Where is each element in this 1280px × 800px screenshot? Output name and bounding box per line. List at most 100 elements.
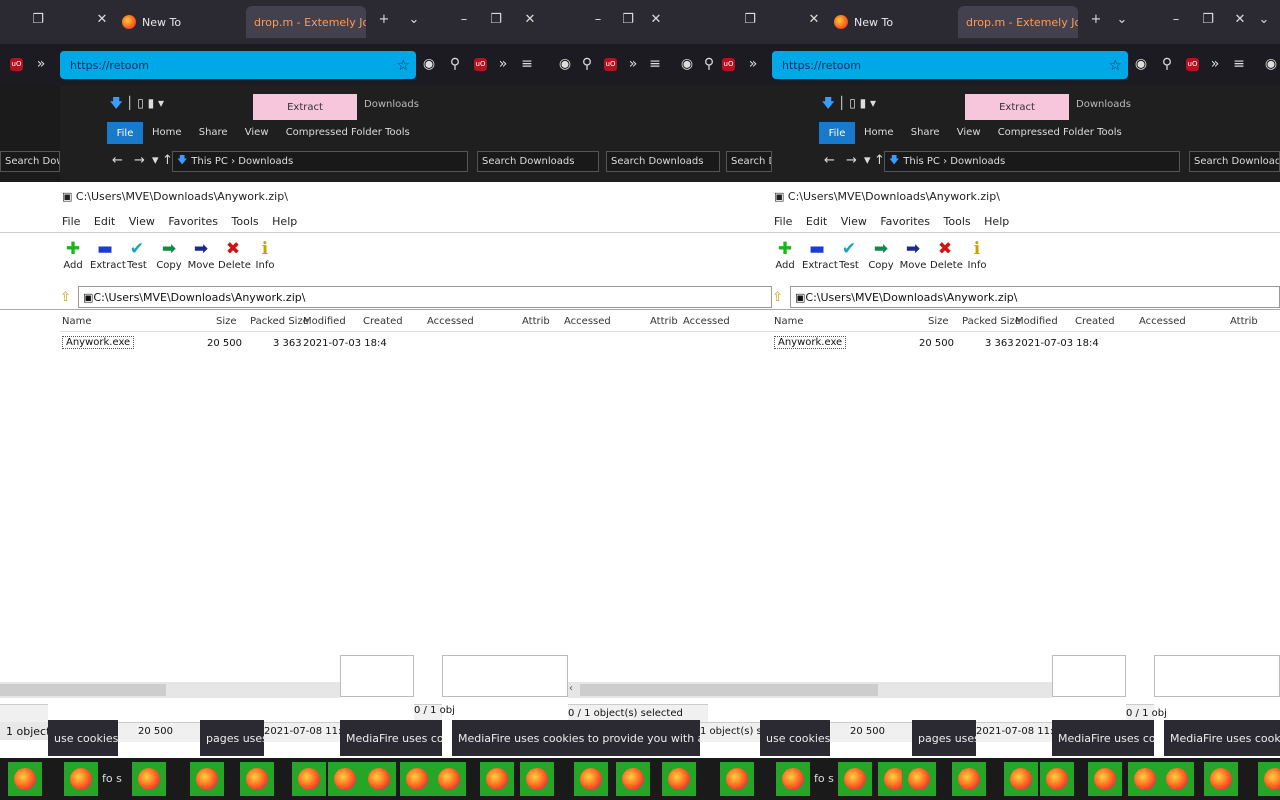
menu-share[interactable]: Share [911,127,940,138]
col-modified[interactable]: Modified [1015,316,1058,327]
tab-new-tab[interactable]: New To [114,6,242,38]
close-icon[interactable]: ✕ [1228,12,1252,27]
taskbar-firefox-button[interactable] [616,762,650,796]
list-tabs-icon[interactable]: ⌄ [1110,12,1134,27]
menu-file[interactable]: File [107,122,143,144]
taskbar-firefox-button[interactable] [720,762,754,796]
ublock-icon[interactable]: uO [1186,58,1199,71]
menu-view[interactable]: View [841,215,867,228]
minimize-icon[interactable]: – [1164,12,1188,27]
taskbar-firefox-button[interactable] [328,762,362,796]
minimize-icon[interactable]: – [586,12,610,27]
taskbar-firefox-button[interactable] [1258,762,1280,796]
taskbar-firefox-button[interactable] [574,762,608,796]
extract-button[interactable]: ▬ Extract [90,238,126,284]
tab-extract[interactable]: Extract [253,94,357,120]
taskbar-search[interactable]: fo s [814,772,834,785]
maximize-icon[interactable]: ❐ [484,12,508,27]
bookmark-star-icon[interactable]: ☆ [397,56,410,74]
url-bar[interactable]: https://retoom ☆ [772,51,1128,79]
menu-favorites[interactable]: Favorites [880,215,930,228]
col-accessed[interactable]: Accessed [1139,316,1186,327]
close-icon[interactable]: ✕ [802,12,826,27]
new-tab-icon[interactable]: + [1084,12,1108,27]
taskbar-firefox-button[interactable] [1088,762,1122,796]
menu-icon[interactable]: ≡ [518,56,536,72]
taskbar-firefox-button[interactable] [1040,762,1074,796]
forward-arrow-icon[interactable]: → [134,153,145,168]
taskbar-firefox-button[interactable] [292,762,326,796]
menu-favorites[interactable]: Favorites [168,215,218,228]
table-row[interactable]: Anywork.exe 20 500 3 363 2021-07-03 18:4 [774,336,1274,354]
taskbar-firefox-button[interactable] [1004,762,1038,796]
search-input[interactable]: Search Downloads [0,151,60,172]
tab-mediafire[interactable]: drop.m - Extemely Jo X [246,6,366,38]
menu-tools[interactable]: Tools [944,215,971,228]
minimize-icon[interactable]: – [452,12,476,27]
menu-icon[interactable]: ≡ [1230,56,1248,72]
up-folder-icon[interactable]: ⇧ [772,290,783,305]
tab-mediafire[interactable]: drop.m - Extemely Jo X [958,6,1078,38]
taskbar-firefox-button[interactable] [952,762,986,796]
extension-icon[interactable]: ⚲ [446,56,464,72]
menu-file[interactable]: File [819,122,855,144]
overflow-icon[interactable]: » [32,56,50,72]
file-name[interactable]: Anywork.exe [774,336,847,349]
ublock-icon[interactable]: uO [474,58,487,71]
test-button[interactable]: ✔ Test [122,238,152,284]
col-accessed[interactable]: Accessed [683,316,730,327]
test-button[interactable]: ✔ Test [834,238,864,284]
overflow-icon[interactable]: » [744,56,762,72]
menu-edit[interactable]: Edit [94,215,115,228]
taskbar-search[interactable]: fo s [102,772,122,785]
col-accessed[interactable]: Accessed [427,316,474,327]
forward-arrow-icon[interactable]: → [846,153,857,168]
col-accessed[interactable]: Accessed [564,316,611,327]
col-size[interactable]: Size [928,316,949,327]
up-folder-icon[interactable]: ⇧ [60,290,71,305]
maximize-icon[interactable]: ❐ [1196,12,1220,27]
search-input[interactable]: Search Downloads [606,151,720,172]
pocket-icon[interactable]: ◉ [1132,56,1150,72]
pocket-icon[interactable]: ◉ [420,56,438,72]
taskbar-firefox-button[interactable] [132,762,166,796]
menu-file[interactable]: File [774,215,792,228]
menu-help[interactable]: Help [984,215,1009,228]
copy-button[interactable]: ➡ Copy [154,238,184,284]
taskbar-firefox-button[interactable] [8,762,42,796]
back-arrow-icon[interactable]: ← [824,153,835,168]
extension-icon[interactable]: ⚲ [700,56,718,72]
col-attrib[interactable]: Attrib [522,316,550,327]
taskbar-firefox-button[interactable] [1160,762,1194,796]
pocket-icon[interactable]: ◉ [556,56,574,72]
menu-view[interactable]: View [129,215,155,228]
zip-path-bar[interactable]: ▣ C:\Users\MVE\Downloads\Anywork.zip\ [78,286,772,308]
taskbar-firefox-button[interactable] [64,762,98,796]
menu-compressed[interactable]: Compressed Folder Tools [998,127,1122,138]
extract-button[interactable]: ▬ Extract [802,238,838,284]
url-bar[interactable]: https://retoom ☆ [60,51,416,79]
menu-home[interactable]: Home [864,127,894,138]
col-name[interactable]: Name [62,316,92,327]
taskbar-firefox-button[interactable] [432,762,466,796]
taskbar-firefox-button[interactable] [520,762,554,796]
copy-button[interactable]: ➡ Copy [866,238,896,284]
recent-dropdown-icon[interactable]: ▾ [152,153,159,168]
taskbar-firefox-button[interactable] [362,762,396,796]
scrollbar-thumb[interactable] [0,684,166,696]
delete-button[interactable]: ✖ Delete [930,238,963,284]
taskbar-firefox-button[interactable] [662,762,696,796]
overflow-icon[interactable]: » [1206,56,1224,72]
file-name[interactable]: Anywork.exe [62,336,135,349]
zip-path-bar[interactable]: ▣ C:\Users\MVE\Downloads\Anywork.zip\ [790,286,1280,308]
pocket-icon[interactable]: ◉ [678,56,696,72]
col-name[interactable]: Name [774,316,804,327]
taskbar-firefox-button[interactable] [1128,762,1162,796]
close-icon[interactable]: ✕ [518,12,542,27]
menu-home[interactable]: Home [152,127,182,138]
col-modified[interactable]: Modified [303,316,346,327]
taskbar-firefox-button[interactable] [190,762,224,796]
menu-file[interactable]: File [62,215,80,228]
menu-share[interactable]: Share [199,127,228,138]
col-attrib[interactable]: Attrib [650,316,678,327]
